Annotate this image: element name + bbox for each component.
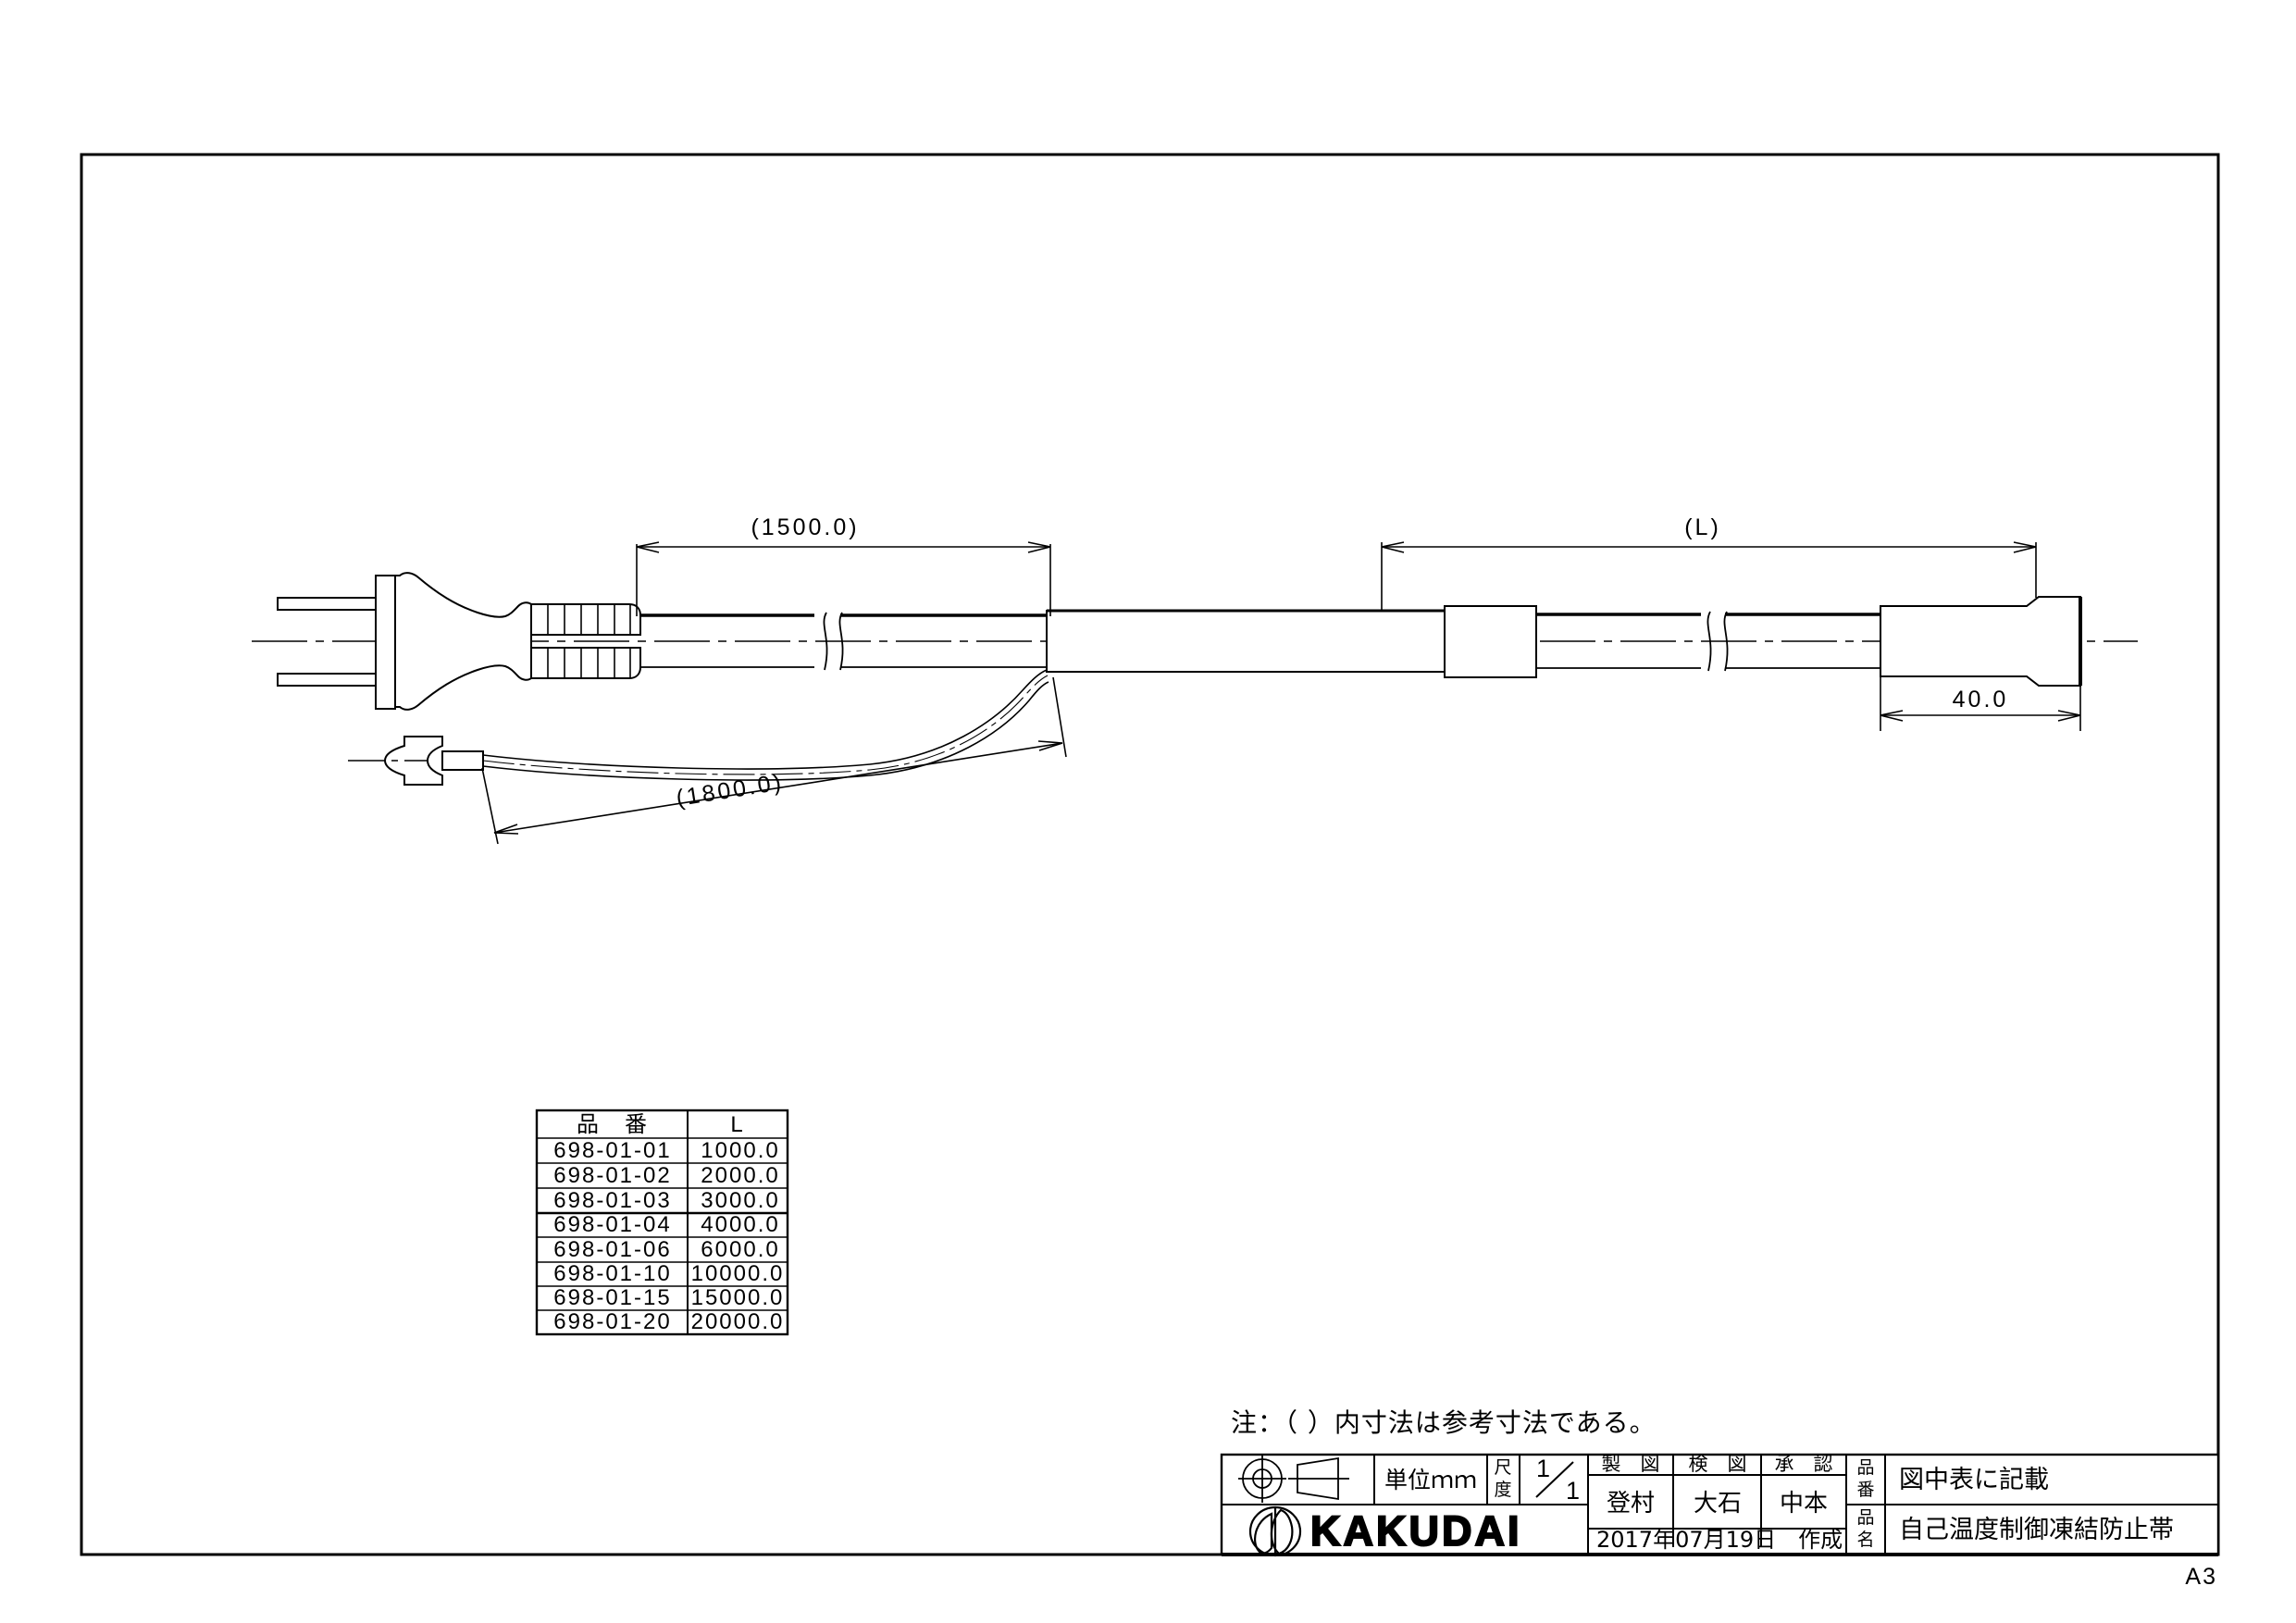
parts-table-header-partno: 品 番 [577, 1111, 649, 1137]
spade-terminal-barrel [441, 750, 484, 771]
title-block: 単位ｍｍ 尺 度 1 1 製 図 検 図 承 認 登村 大石 中本 2017年0… [1220, 1453, 2220, 1557]
table-row: 698-01-04 [553, 1212, 671, 1237]
drawn-header: 製 図 [1602, 1453, 1660, 1475]
table-row: 698-01-10 [553, 1261, 671, 1286]
checked-name: 大石 [1694, 1490, 1742, 1518]
parts-table-header-l: L [730, 1112, 744, 1137]
drawing-date: 2017年07月19日 作成 [1596, 1527, 1843, 1553]
table-row: 4000.0 [701, 1212, 779, 1237]
part-name-label-bottom: 名 [1856, 1530, 1874, 1550]
drawn-name: 登村 [1607, 1490, 1655, 1518]
table-row: 6000.0 [701, 1237, 779, 1262]
page-background [0, 0, 2296, 1623]
table-row: 698-01-02 [553, 1163, 671, 1188]
table-row: 15000.0 [691, 1285, 785, 1310]
drawing-note: 注：（ ）内寸法は参考寸法である。 [1231, 1407, 1657, 1438]
part-no-label-top: 品 [1856, 1457, 1874, 1478]
plug-blade-lower [277, 673, 377, 687]
approved-header: 承 認 [1775, 1453, 1833, 1475]
kakudai-wordmark: KAKUDAI [1310, 1507, 1522, 1555]
sheet-size-label: A3 [2185, 1564, 2217, 1590]
part-no-value: 図中表に記載 [1899, 1466, 2049, 1494]
heater-tape-body-left [1046, 610, 1446, 673]
scale-denominator: 1 [1566, 1477, 1580, 1505]
heater-joint-sleeve [1444, 605, 1537, 678]
part-no-label-bottom: 番 [1856, 1480, 1874, 1500]
part-name-label-top: 品 [1856, 1507, 1874, 1528]
table-row: 698-01-20 [553, 1309, 671, 1334]
checked-header: 検 図 [1689, 1453, 1747, 1475]
scale-label-bottom: 度 [1494, 1480, 1511, 1500]
unit-label: 単位ｍｍ [1384, 1467, 1477, 1493]
part-name-value: 自己温度制御凍結防止帯 [1899, 1516, 2174, 1544]
table-row: 20000.0 [691, 1309, 785, 1334]
dim-40-label: 40.0 [1953, 687, 2009, 712]
drawing-sheet: (1500.0) (L) 40.0 (1800.0) 品 番 L 698-01-… [0, 0, 2296, 1623]
table-row: 1000.0 [701, 1138, 779, 1163]
table-row: 698-01-15 [553, 1285, 671, 1310]
dim-1500-label: (1500.0) [751, 514, 859, 540]
table-row: 3000.0 [701, 1188, 779, 1213]
plug-blade-upper [277, 597, 377, 611]
scale-numerator: 1 [1536, 1455, 1550, 1482]
table-row: 2000.0 [701, 1163, 779, 1188]
end-cap [1880, 596, 2081, 687]
table-row: 698-01-01 [553, 1138, 671, 1163]
plug-face-plate [375, 575, 396, 710]
scale-label-top: 尺 [1494, 1457, 1511, 1478]
table-row: 10000.0 [691, 1261, 785, 1286]
table-row: 698-01-03 [553, 1188, 671, 1213]
table-row: 698-01-06 [553, 1237, 671, 1262]
approved-name: 中本 [1780, 1490, 1828, 1518]
parts-table: 品 番 L 698-01-01 1000.0 698-01-02 2000.0 … [535, 1109, 789, 1336]
dim-L-label: (L) [1684, 514, 1721, 540]
